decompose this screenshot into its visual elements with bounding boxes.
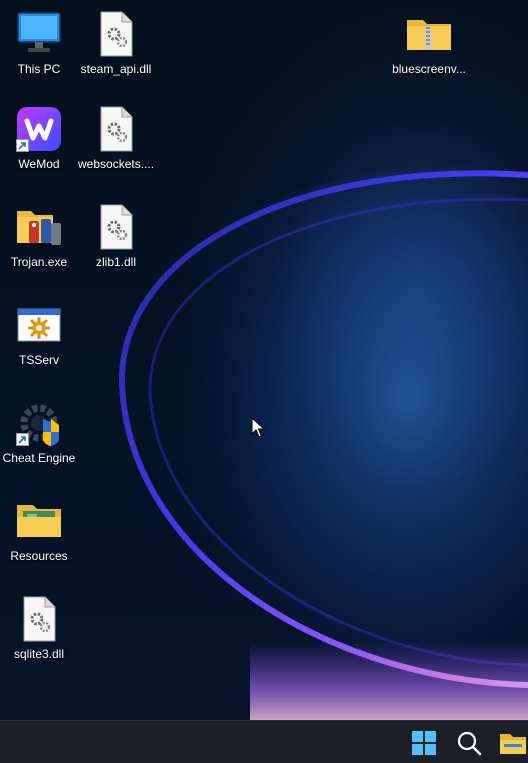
desktop-icon-label: sqlite3.dll: [13, 647, 65, 661]
shortcut-arrow-icon: [16, 433, 29, 446]
shortcut-arrow-icon: [16, 139, 29, 152]
desktop-icon-label: This PC: [17, 62, 61, 76]
desktop-icon-sqlite3-dll[interactable]: sqlite3.dll: [1, 595, 77, 661]
desktop-icon-this-pc[interactable]: This PC: [1, 10, 77, 76]
desktop-icon-label: steam_api.dll: [80, 62, 152, 76]
desktop-icon-cheat-engine[interactable]: Cheat Engine: [1, 399, 77, 465]
trojan-exe-icon: [15, 203, 63, 251]
folder-icon: [15, 497, 63, 545]
file-explorer-button[interactable]: [498, 728, 528, 758]
desktop-icon-wemod[interactable]: WeMod: [1, 105, 77, 171]
desktop-icon-resources[interactable]: Resources: [1, 497, 77, 563]
desktop-icon-label: zlib1.dll: [95, 255, 137, 269]
desktop-icon-trojan-exe[interactable]: Trojan.exe: [1, 203, 77, 269]
taskbar-search-button[interactable]: [454, 728, 484, 758]
search-icon: [454, 731, 484, 762]
dll-file-icon: [92, 203, 140, 251]
desktop-icon-zlib1-dll[interactable]: zlib1.dll: [78, 203, 154, 269]
cheat-engine-icon: [15, 399, 63, 447]
monitor-icon: [15, 10, 63, 58]
start-button[interactable]: [409, 728, 439, 758]
desktop-icon-label: Resources: [10, 549, 68, 563]
desktop-icon-label: bluescreenv...: [392, 62, 466, 76]
dll-file-icon: [92, 10, 140, 58]
desktop-icon-label: Trojan.exe: [10, 255, 68, 269]
desktop-icon-steam-api-dll[interactable]: steam_api.dll: [78, 10, 154, 76]
desktop-icon-label: websockets....: [78, 157, 155, 171]
dll-file-icon: [15, 595, 63, 643]
desktop-icon-bluescreenview[interactable]: bluescreenv...: [391, 10, 467, 76]
zip-folder-icon: [405, 10, 453, 58]
dll-file-icon: [92, 105, 140, 153]
wemod-app-icon: [15, 105, 63, 153]
mouse-cursor-icon: [251, 416, 266, 439]
desktop-icon-label: Cheat Engine: [2, 451, 76, 465]
file-explorer-icon: [498, 734, 528, 762]
windows-start-icon: [409, 731, 439, 762]
desktop-icon-tsserv[interactable]: TSServ: [1, 301, 77, 367]
desktop-icon-websockets[interactable]: websockets....: [78, 105, 154, 171]
desktop-icon-label: TSServ: [18, 353, 59, 367]
desktop-icon-label: WeMod: [18, 157, 60, 171]
tsserv-app-icon: [15, 301, 63, 349]
taskbar: [0, 720, 528, 763]
